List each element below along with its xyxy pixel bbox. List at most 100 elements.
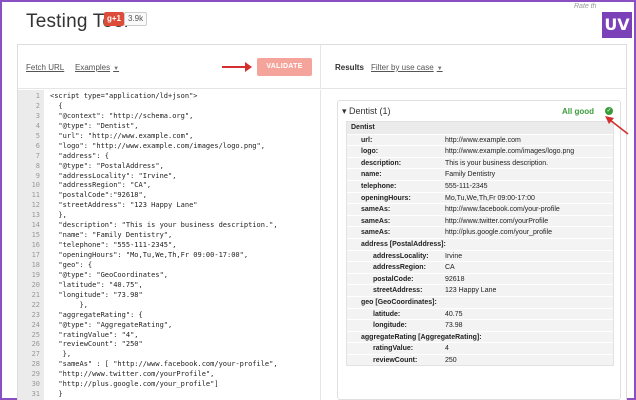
code-text: "logo": "http://www.example.com/images/l… [50, 141, 265, 150]
line-number: 15 [31, 231, 40, 240]
code-line: 13 }, [18, 211, 320, 221]
code-line: 21 "longitude": "73.98" [18, 291, 320, 301]
line-number: 7 [35, 151, 40, 160]
examples-label: Examples [75, 63, 111, 72]
code-text: "@type": "PostalAddress", [50, 161, 164, 170]
line-number: 23 [31, 310, 40, 319]
code-line: 5 "url": "http://www.example.com", [18, 132, 320, 142]
line-number: 24 [31, 320, 40, 329]
code-line: 23 "aggregateRating": { [18, 311, 320, 321]
result-row: streetAddress: 123 Happy Lane [347, 284, 613, 296]
line-number: 26 [31, 340, 40, 349]
line-number: 5 [35, 131, 40, 140]
validate-button[interactable]: VALIDATE [257, 58, 312, 76]
code-text: "sameAs" : [ "http://www.facebook.com/yo… [50, 360, 278, 369]
line-number: 29 [31, 370, 40, 379]
result-key: Dentist [351, 124, 375, 131]
chevron-down-icon: ▼ [436, 66, 443, 72]
result-row: description: This is your business descri… [347, 156, 613, 169]
code-line: 28 "sameAs" : [ "http://www.facebook.com… [18, 360, 320, 370]
line-number: 8 [35, 161, 40, 170]
code-text: "reviewCount": "250" [50, 340, 143, 349]
code-line: 1 <script type="application/ld+json"> [18, 92, 320, 102]
result-row: geo [GeoCoordinates]: [347, 295, 613, 308]
result-row: addressRegion: CA [347, 261, 613, 273]
line-number: 1 [35, 92, 40, 100]
code-text: "http://www.twitter.com/yourProfile", [50, 370, 215, 379]
code-text: "latitude": "40.75", [50, 280, 143, 289]
code-text: "ratingValue": "4", [50, 330, 139, 339]
code-lines: 1 <script type="application/ld+json"> 2 {3… [18, 92, 320, 400]
code-line: 9 "addressLocality": "Irvine", [18, 172, 320, 182]
result-value: 250 [445, 356, 457, 364]
code-line: 7 "address": { [18, 152, 320, 162]
status-badge: All good [562, 107, 594, 116]
code-text: "http://plus.google.com/your_profile"] [50, 380, 219, 389]
fetch-url-link[interactable]: Fetch URL [26, 63, 64, 72]
code-text: } [50, 390, 63, 399]
code-text: "address": { [50, 151, 110, 160]
collapse-triangle-icon: ▾ [342, 106, 350, 116]
code-line: 15 "name": "Family Dentistry", [18, 231, 320, 241]
tool-container: Fetch URL Examples ▼ VALIDATE Results Fil… [17, 44, 627, 400]
result-row: logo: http://www.example.com/images/logo.… [347, 145, 613, 157]
google-plus-button[interactable]: g+1 [104, 12, 125, 26]
result-row: ratingValue: 4 [347, 342, 613, 354]
code-text: "postalCode":"92618", [50, 191, 147, 200]
filter-by-use-case-dropdown[interactable]: Filter by use case ▼ [371, 63, 443, 72]
code-text: "description": "This is your business de… [50, 221, 278, 230]
chevron-down-icon: ▼ [113, 66, 120, 72]
code-line: 25 "ratingValue": "4", [18, 331, 320, 341]
annotation-arrow-icon [605, 116, 629, 135]
line-number: 30 [31, 380, 40, 389]
uservoice-badge[interactable]: UV [602, 12, 632, 38]
result-row: postalCode: 92618 [347, 272, 613, 285]
result-row: latitude: 40.75 [347, 307, 613, 320]
code-text: "name": "Family Dentistry", [50, 231, 173, 240]
code-line: 19 "@type": "GeoCoordinates", [18, 271, 320, 281]
line-number: 16 [31, 241, 40, 250]
result-row: Dentist [347, 122, 613, 134]
line-number: 31 [31, 390, 40, 399]
line-number: 4 [35, 121, 40, 130]
code-line: 2 { [18, 102, 320, 112]
code-line: 24 "@type": "AggregateRating", [18, 321, 320, 331]
line-number: 21 [31, 290, 40, 299]
result-row: name: Family Dentistry [347, 168, 613, 180]
code-line: 6 "logo": "http://www.example.com/images… [18, 142, 320, 152]
result-key: reviewCount: [373, 356, 418, 364]
code-line: 12 "streetAddress": "123 Happy Lane" [18, 201, 320, 211]
line-number: 2 [35, 101, 40, 110]
code-text: "openingHours": "Mo,Tu,We,Th,Fr 09:00-17… [50, 251, 249, 259]
code-line: 16 "telephone": "555-111-2345", [18, 241, 320, 251]
code-editor[interactable]: 1 <script type="application/ld+json"> 2 {3… [18, 90, 320, 400]
line-number: 18 [31, 260, 40, 269]
code-line: 18 "geo": { [18, 261, 320, 271]
result-card: ▾ Dentist (1) All good ✓ Dentist url: http… [337, 100, 621, 400]
code-line: 10 "addressRegion": "CA", [18, 181, 320, 191]
code-text: "addressRegion": "CA", [50, 181, 152, 190]
result-table: Dentist url: http://www.example.com logo: ht… [346, 121, 614, 367]
result-row: address [PostalAddress]: [347, 237, 613, 250]
result-card-header[interactable]: ▾ Dentist (1) All good ✓ [338, 101, 620, 120]
line-number: 20 [31, 280, 40, 289]
results-label: Results [335, 63, 364, 72]
code-text: "@type": "GeoCoordinates", [50, 270, 169, 279]
code-text: }, [50, 211, 67, 220]
result-row: sameAs: http://www.twitter.com/yourProfil… [347, 214, 613, 227]
line-number: 6 [35, 141, 40, 150]
rate-text[interactable]: Rate th [574, 3, 597, 10]
line-number: 17 [31, 251, 40, 259]
google-plus-count: 3.9k [124, 12, 148, 26]
examples-dropdown[interactable]: Examples ▼ [75, 63, 119, 72]
code-line: 29 "http://www.twitter.com/yourProfile", [18, 370, 320, 380]
line-number: 14 [31, 221, 40, 230]
code-text: "aggregateRating": { [50, 310, 143, 319]
code-text: "url": "http://www.example.com", [50, 131, 194, 140]
code-line: 8 "@type": "PostalAddress", [18, 162, 320, 172]
app-header: Testing Tool g+1 3.9k Rate th UV [2, 2, 634, 40]
code-text: "@type": "AggregateRating", [50, 320, 173, 329]
line-number: 22 [31, 300, 40, 309]
code-text: { [50, 101, 63, 110]
code-text: <script type="application/ld+json"> [50, 92, 198, 100]
